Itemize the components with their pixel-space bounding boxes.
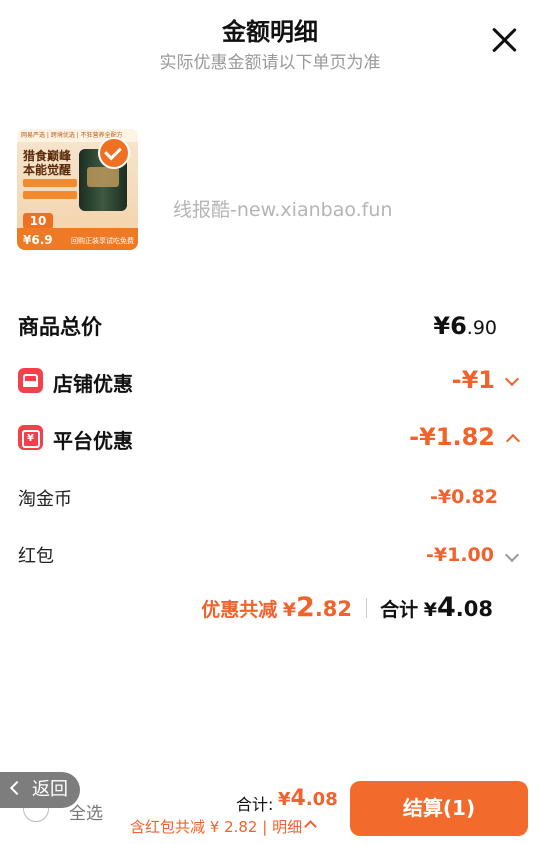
redpacket-label: 红包: [18, 546, 54, 567]
product-footer-text: 回购正装享试吃免费: [71, 237, 134, 245]
check-badge-icon: [98, 137, 130, 169]
product-price: ¥6.9: [23, 233, 53, 247]
product-promo-badge: 10: [23, 213, 53, 229]
summary-total-symbol: ¥: [423, 599, 437, 621]
store-icon: [18, 368, 43, 393]
total-price-dec: .90: [466, 317, 497, 339]
product-headline: 猎食巅峰 本能觉醒: [23, 149, 71, 177]
product-chip: [23, 191, 77, 199]
redpacket-value[interactable]: -¥1.00: [426, 544, 494, 566]
summary-total-dec: .08: [455, 597, 493, 621]
coins-value: -¥0.82: [430, 486, 498, 508]
bottom-total-label: 合计:: [236, 795, 274, 814]
chevron-down-icon[interactable]: [504, 371, 520, 387]
product-headline-line2: 本能觉醒: [23, 163, 72, 177]
bottom-total-amount: ¥4.08: [278, 786, 338, 811]
checkout-button[interactable]: 结算(1): [350, 781, 528, 836]
total-price-value: ¥6.90: [433, 312, 497, 340]
chevron-down-icon[interactable]: [504, 547, 520, 563]
chevron-left-icon: [9, 780, 25, 796]
close-icon[interactable]: [490, 26, 518, 54]
summary-total-amount: ¥4.08: [424, 592, 493, 623]
coins-label: 淘金币: [18, 489, 72, 510]
bottom-total-symbol: ¥: [278, 789, 291, 810]
product-thumbnail[interactable]: 网易严选 | 跨境优选 | 不狂营养全配方 猎食巅峰 本能觉醒 10 ¥6.9 …: [17, 129, 138, 250]
platform-discount-label: 平台优惠: [53, 429, 133, 453]
chevron-up-icon: [304, 820, 317, 833]
back-label: 返回: [32, 779, 68, 800]
product-footer: ¥6.9 回购正装享试吃免费: [17, 228, 138, 250]
product-chip: [23, 179, 77, 187]
divider: [365, 598, 367, 618]
summary-discount-label: 优惠共减: [201, 599, 278, 621]
summary-discount-int: 2: [296, 592, 315, 623]
page-title: 金额明细: [222, 18, 318, 46]
discount-detail-text: 含红包共减 ¥ 2.82 | 明细: [130, 818, 303, 836]
total-price-int: 6: [450, 312, 467, 340]
bottom-total-int: 4: [290, 786, 306, 811]
back-button[interactable]: 返回: [0, 772, 80, 808]
bottom-total-dec: .08: [305, 789, 338, 810]
summary-discount-symbol: ¥: [282, 599, 297, 621]
summary-total-int: 4: [437, 592, 456, 623]
product-headline-line1: 猎食巅峰: [23, 149, 72, 163]
discount-summary: 优惠共减 ¥2.82 合计 ¥4.08: [201, 592, 493, 623]
page-subtitle: 实际优惠金额请以下单页为准: [159, 53, 381, 73]
yen-coupon-icon: ¥: [18, 425, 43, 450]
total-price-label: 商品总价: [18, 315, 102, 339]
shop-discount-value[interactable]: -¥1: [452, 366, 495, 394]
discount-detail-link[interactable]: 含红包共减 ¥ 2.82 | 明细: [130, 816, 317, 837]
summary-discount-amount: ¥2.82: [283, 592, 352, 623]
shop-discount-label: 店铺优惠: [53, 372, 133, 396]
summary-total-label: 合计: [380, 599, 419, 621]
total-price-symbol: ¥: [433, 312, 451, 340]
chevron-up-icon[interactable]: [505, 433, 521, 449]
platform-discount-value[interactable]: -¥1.82: [409, 423, 495, 451]
watermark: 线报酷-new.xianbao.fun: [173, 199, 393, 221]
summary-discount-dec: .82: [314, 597, 353, 621]
